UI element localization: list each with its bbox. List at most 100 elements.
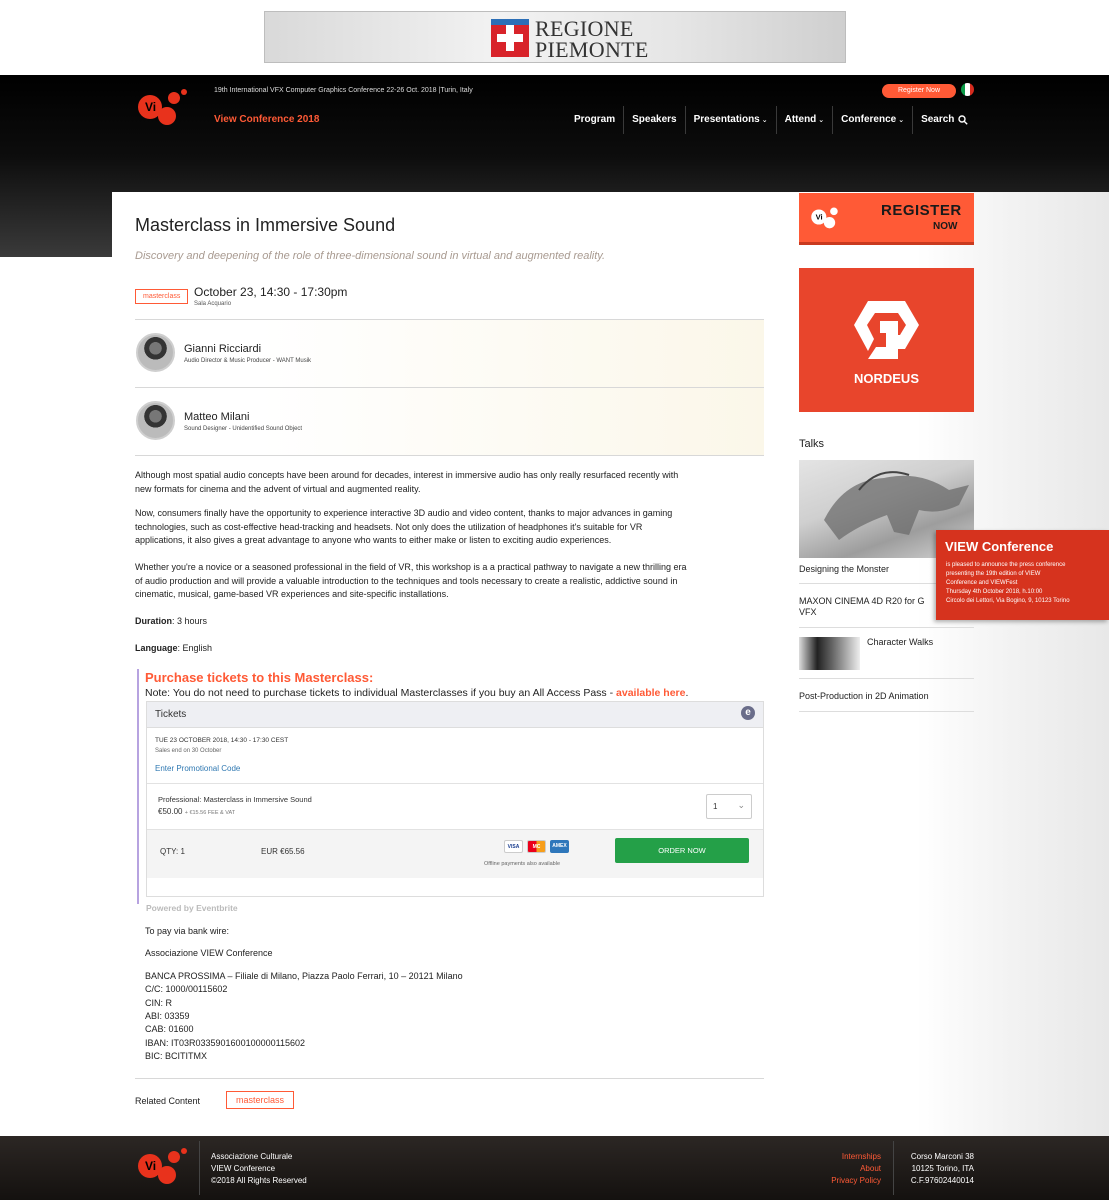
powered-by-eventbrite[interactable]: Powered by Eventbrite bbox=[146, 903, 238, 913]
talk-link[interactable]: MAXON CINEMA 4D R20 for G bbox=[799, 596, 925, 606]
view-logo-icon[interactable]: Vi bbox=[136, 1145, 190, 1187]
avatar bbox=[136, 333, 175, 372]
footer-link-internships[interactable]: Internships bbox=[800, 1151, 881, 1163]
search-icon bbox=[958, 115, 969, 125]
ticket-name: Professional: Masterclass in Immersive S… bbox=[158, 795, 312, 804]
language-label: Language bbox=[135, 643, 178, 653]
all-access-pass-link[interactable]: available here bbox=[616, 687, 685, 699]
eventbrite-widget: Tickets e TUE 23 OCTOBER 2018, 14:30 - 1… bbox=[146, 701, 764, 897]
visa-card-icon: VISA bbox=[504, 840, 523, 853]
nav-program-label: Program bbox=[574, 114, 616, 125]
speaker-card[interactable]: Matteo Milani Sound Designer - Unidentif… bbox=[135, 388, 764, 455]
banner-line-2: PIEMONTE bbox=[535, 37, 649, 62]
bank-abi: ABI: 03359 bbox=[145, 1011, 190, 1021]
nordeus-wordmark: NORDEUS bbox=[853, 371, 919, 386]
chevron-down-icon: ⌄ bbox=[761, 117, 768, 124]
speaker-role: Audio Director & Music Producer - WANT M… bbox=[184, 358, 312, 364]
footer-address-line: 10125 Torino, ITA bbox=[911, 1164, 974, 1173]
quantity-select[interactable]: 1 ⌄ bbox=[706, 794, 752, 819]
footer-org-line: VIEW Conference bbox=[211, 1164, 276, 1173]
italian-flag-icon[interactable] bbox=[961, 83, 974, 96]
footer-link-about[interactable]: About bbox=[800, 1163, 881, 1175]
avatar bbox=[136, 401, 175, 440]
nav-attend[interactable]: Attend ⌄ bbox=[775, 106, 833, 134]
tickets-heading: Tickets bbox=[155, 709, 187, 720]
nav-speakers[interactable]: Speakers bbox=[623, 106, 684, 134]
duration-label: Duration bbox=[135, 616, 172, 626]
promo-code-link[interactable]: Enter Promotional Code bbox=[155, 764, 240, 773]
purchase-title: Purchase tickets to this Masterclass: bbox=[145, 670, 374, 685]
footer-address: Corso Marconi 38 10125 Torino, ITA C.F.9… bbox=[890, 1151, 974, 1187]
conference-topline: 19th International VFX Computer Graphics… bbox=[214, 87, 473, 94]
language-info: Language: English bbox=[135, 643, 212, 653]
description-line: applications, it also gives a great adva… bbox=[135, 535, 612, 545]
description-line: of audio production and will provide a v… bbox=[135, 575, 678, 586]
nav-conference-label: Conference bbox=[841, 114, 897, 125]
nav-speakers-label: Speakers bbox=[632, 114, 677, 125]
register-now-banner[interactable]: Vi REGISTER NOW bbox=[799, 193, 974, 245]
svg-text:Vi: Vi bbox=[145, 1159, 156, 1173]
talk-link[interactable]: Post-Production in 2D Animation bbox=[799, 691, 929, 701]
nav-search-label: Search bbox=[921, 114, 955, 125]
nav-search[interactable]: Search bbox=[912, 106, 976, 134]
character-walks-thumbnail[interactable] bbox=[799, 637, 860, 670]
description-paragraph-2: Now, consumers finally have the opportun… bbox=[135, 507, 760, 548]
category-tag[interactable]: masterclass bbox=[135, 289, 189, 304]
bank-intro: To pay via bank wire: bbox=[145, 926, 230, 936]
popup-line: Conference and VIEWFest bbox=[946, 580, 1018, 586]
eventbrite-logo-icon: e bbox=[741, 706, 755, 720]
press-conference-popup[interactable]: VIEW Conference is pleased to announce t… bbox=[936, 530, 1109, 620]
footer-links: Internships About Privacy Policy bbox=[800, 1151, 881, 1187]
related-tag[interactable]: masterclass bbox=[226, 1091, 295, 1109]
talk-link[interactable]: Designing the Monster bbox=[799, 564, 889, 574]
duration-value: : 3 hours bbox=[172, 616, 208, 626]
language-value: : English bbox=[177, 643, 213, 653]
page-title: Masterclass in Immersive Sound bbox=[135, 215, 396, 235]
nav-presentations[interactable]: Presentations ⌄ bbox=[684, 106, 776, 134]
speaker-name: Gianni Ricciardi bbox=[184, 343, 262, 355]
nav-program[interactable]: Program bbox=[566, 106, 623, 134]
nordeus-sponsor-ad[interactable]: NORDEUS bbox=[799, 268, 974, 412]
divider bbox=[135, 455, 764, 456]
talks-heading: Talks bbox=[799, 438, 825, 450]
view-logo-icon: Vi bbox=[811, 207, 838, 229]
description-paragraph-1: Although most spatial audio concepts hav… bbox=[135, 469, 760, 496]
speaker-card[interactable]: Gianni Ricciardi Audio Director & Music … bbox=[135, 320, 764, 387]
speaker-name: Matteo Milani bbox=[184, 411, 250, 423]
bank-cab: CAB: 01600 bbox=[145, 1024, 194, 1034]
payment-cards: VISA MC AMEX bbox=[504, 840, 569, 853]
view-conference-link[interactable]: View Conference 2018 bbox=[214, 114, 319, 125]
divider bbox=[799, 627, 974, 628]
page-background bbox=[0, 257, 112, 1136]
footer-link-privacy[interactable]: Privacy Policy bbox=[800, 1175, 881, 1187]
popup-line: Circolo dei Lettori, Via Bogino, 9, 1012… bbox=[946, 598, 1070, 604]
popup-title: VIEW Conference bbox=[945, 539, 1054, 554]
divider bbox=[799, 711, 974, 712]
eventbrite-header: Tickets e bbox=[147, 702, 763, 728]
talk-link[interactable]: Character Walks bbox=[867, 637, 933, 647]
ticket-row: Professional: Masterclass in Immersive S… bbox=[147, 783, 763, 830]
ticket-price: €50.00 + €15.56 FEE & VAT bbox=[158, 807, 235, 816]
popup-line: is pleased to announce the press confere… bbox=[946, 562, 1066, 568]
view-logo-icon[interactable]: Vi bbox=[136, 86, 190, 128]
bank-cc: C/C: 1000/00115602 bbox=[145, 984, 228, 994]
nav-conference[interactable]: Conference ⌄ bbox=[832, 106, 912, 134]
register-now-button[interactable]: Register Now bbox=[882, 84, 956, 98]
order-total: EUR €65.56 bbox=[261, 847, 305, 856]
main-nav: Program Speakers Presentations ⌄ Attend ⌄ … bbox=[566, 106, 976, 134]
divider bbox=[135, 1078, 764, 1079]
bank-org: Associazione VIEW Conference bbox=[145, 948, 273, 958]
purchase-note-end: . bbox=[685, 687, 689, 699]
chevron-down-icon: ⌄ bbox=[898, 117, 905, 124]
popup-body: is pleased to announce the press confere… bbox=[946, 561, 1106, 606]
footer-tax-code: C.F.97602440014 bbox=[910, 1176, 974, 1185]
bank-bic: BIC: BCITITMX bbox=[145, 1051, 208, 1061]
footer-address-line: Corso Marconi 38 bbox=[910, 1152, 974, 1161]
order-now-button[interactable]: ORDER NOW bbox=[615, 838, 749, 863]
svg-text:Vi: Vi bbox=[816, 213, 823, 222]
piemonte-flag-stripe bbox=[491, 19, 529, 25]
order-footer: QTY: 1 EUR €65.56 VISA MC AMEX Offline p… bbox=[147, 830, 763, 878]
description-line: cinematic, musical, game-based VR experi… bbox=[135, 589, 449, 599]
talk-link-continued[interactable]: VFX bbox=[799, 607, 817, 617]
regione-piemonte-banner[interactable]: REGIONE PIEMONTE bbox=[264, 11, 846, 63]
